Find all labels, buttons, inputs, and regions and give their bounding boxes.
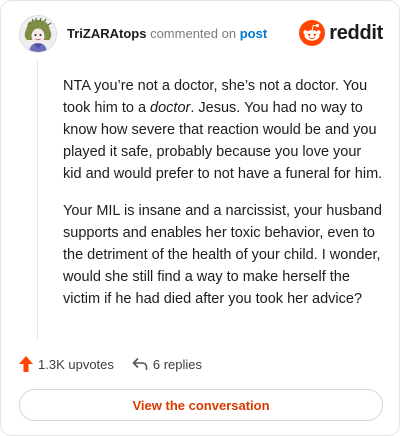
reply-count: 6 replies [152, 356, 203, 372]
comment-card: TriZARAtops commented on post reddit NTA… [0, 0, 400, 436]
comment-body: NTA you’re not a doctor, she’s not a doc… [63, 75, 383, 325]
reply-arrow-icon[interactable] [132, 357, 148, 371]
comment-paragraph-2: Your MIL is insane and a narcissist, you… [63, 203, 382, 307]
paragraph-1-emphasis: doctor [150, 100, 191, 116]
view-conversation-button[interactable]: View the conversation [19, 389, 383, 421]
user-avatar[interactable] [19, 15, 57, 53]
reddit-snoo-icon [299, 20, 326, 46]
thread-line [37, 61, 38, 339]
upvote-count: 1.3K upvotes [38, 356, 114, 372]
upvote-arrow-icon[interactable] [19, 356, 33, 372]
post-link[interactable]: post [240, 26, 267, 41]
upvote-stat[interactable]: 1.3K upvotes [19, 356, 114, 372]
byline-verb: commented on [150, 26, 237, 41]
reddit-wordmark: reddit [329, 21, 383, 44]
comment-footer: 1.3K upvotes 6 replies [19, 355, 202, 373]
replies-stat[interactable]: 6 replies [132, 357, 202, 372]
avatar-illustration-icon [20, 16, 56, 52]
comment-paragraph-1: NTA you’re not a doctor, she’s not a doc… [63, 75, 383, 185]
comment-header: TriZARAtops commented on post reddit [19, 15, 383, 53]
reddit-brand[interactable]: reddit [299, 19, 383, 47]
username-link[interactable]: TriZARAtops [67, 26, 146, 41]
comment-byline: TriZARAtops commented on post [67, 26, 267, 42]
